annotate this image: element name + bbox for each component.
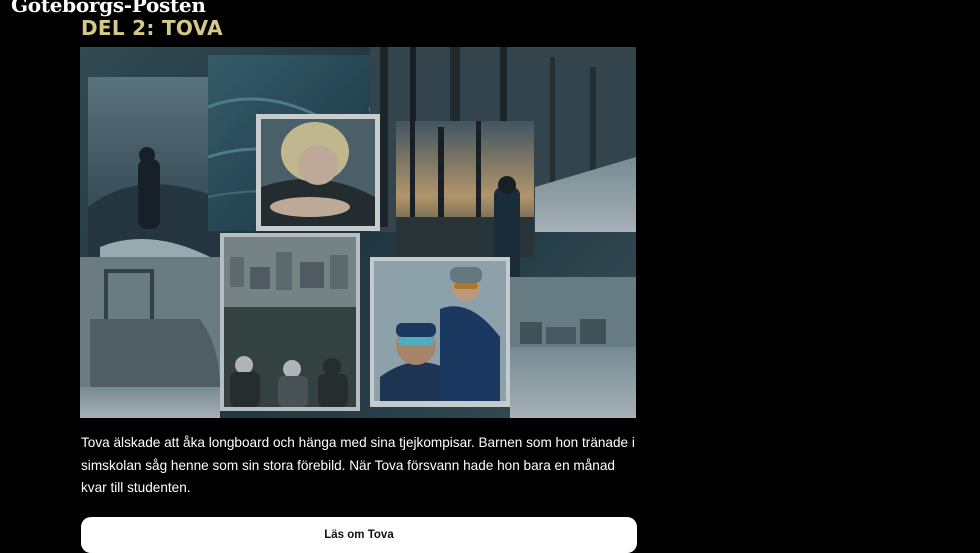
read-about-tova-button[interactable]: Läs om Tova — [81, 517, 637, 553]
article-body: Tova älskade att åka longboard och hänga… — [81, 435, 635, 496]
section-title: DEL 2: TOVA — [81, 16, 223, 40]
site-logo[interactable]: Göteborgs-Posten — [11, 0, 206, 17]
collage-art — [80, 47, 636, 418]
photo-collage — [80, 47, 636, 418]
